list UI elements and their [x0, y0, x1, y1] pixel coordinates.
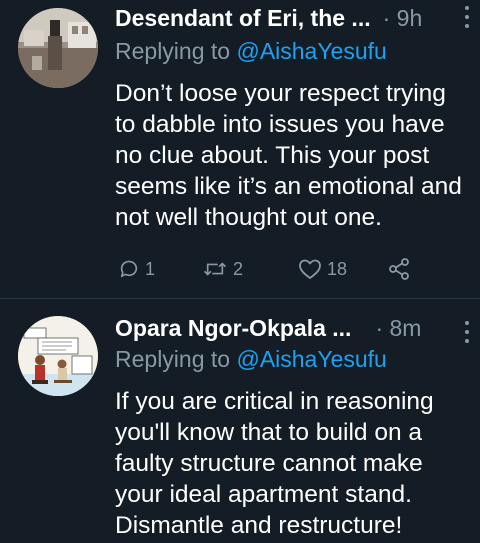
tweet-actions: 1 2 18 — [115, 254, 445, 284]
like-button[interactable]: 18 — [298, 254, 347, 284]
tweet-header: Desendant of Eri, the ... · 9h — [115, 2, 466, 34]
reply-prefix: Replying to — [115, 38, 237, 64]
reply-icon — [120, 260, 138, 278]
retweet-button[interactable]: 2 — [202, 254, 243, 284]
retweet-count: 2 — [233, 258, 244, 279]
heart-icon — [299, 259, 321, 279]
reply-count: 1 — [145, 258, 156, 279]
retweet-icon — [203, 262, 227, 276]
timestamp[interactable]: · 8m — [375, 315, 421, 342]
tweet-header: Opara Ngor-Okpala ... · 8m — [115, 312, 466, 344]
avatar[interactable] — [18, 316, 98, 396]
avatar[interactable] — [18, 8, 98, 88]
author-name[interactable]: Opara Ngor-Okpala ... — [115, 315, 351, 342]
avatar-cartoon — [18, 316, 98, 396]
reply-handle-link[interactable]: @AishaYesufu — [236, 346, 386, 372]
time-value: 8m — [389, 314, 422, 341]
share-button[interactable] — [387, 254, 411, 284]
author-name[interactable]: Desendant of Eri, the ... — [115, 5, 371, 32]
reply-button[interactable]: 1 — [118, 254, 155, 284]
timestamp[interactable]: · 9h — [383, 5, 423, 32]
avatar-photo — [18, 8, 98, 88]
more-vertical-icon[interactable] — [464, 6, 470, 28]
share-icon — [389, 258, 409, 280]
tweet[interactable]: Desendant of Eri, the ... · 9h Replying … — [0, 0, 480, 298]
reply-handle-link[interactable]: @AishaYesufu — [236, 38, 386, 64]
tweet[interactable]: Opara Ngor-Okpala ... · 8m Replying to @… — [0, 299, 480, 543]
time-separator: · — [382, 4, 391, 31]
like-count: 18 — [327, 258, 348, 279]
time-separator: · — [375, 314, 384, 341]
tweet-text: Don’t loose your respect trying to dabbl… — [115, 80, 462, 231]
time-value: 9h — [396, 4, 423, 31]
more-vertical-icon[interactable] — [464, 321, 470, 343]
reply-prefix: Replying to — [115, 346, 237, 372]
replying-to: Replying to @AishaYesufu — [115, 346, 387, 373]
replying-to: Replying to @AishaYesufu — [115, 38, 387, 65]
tweet-text: If you are critical in reasoning you'll … — [115, 388, 434, 539]
